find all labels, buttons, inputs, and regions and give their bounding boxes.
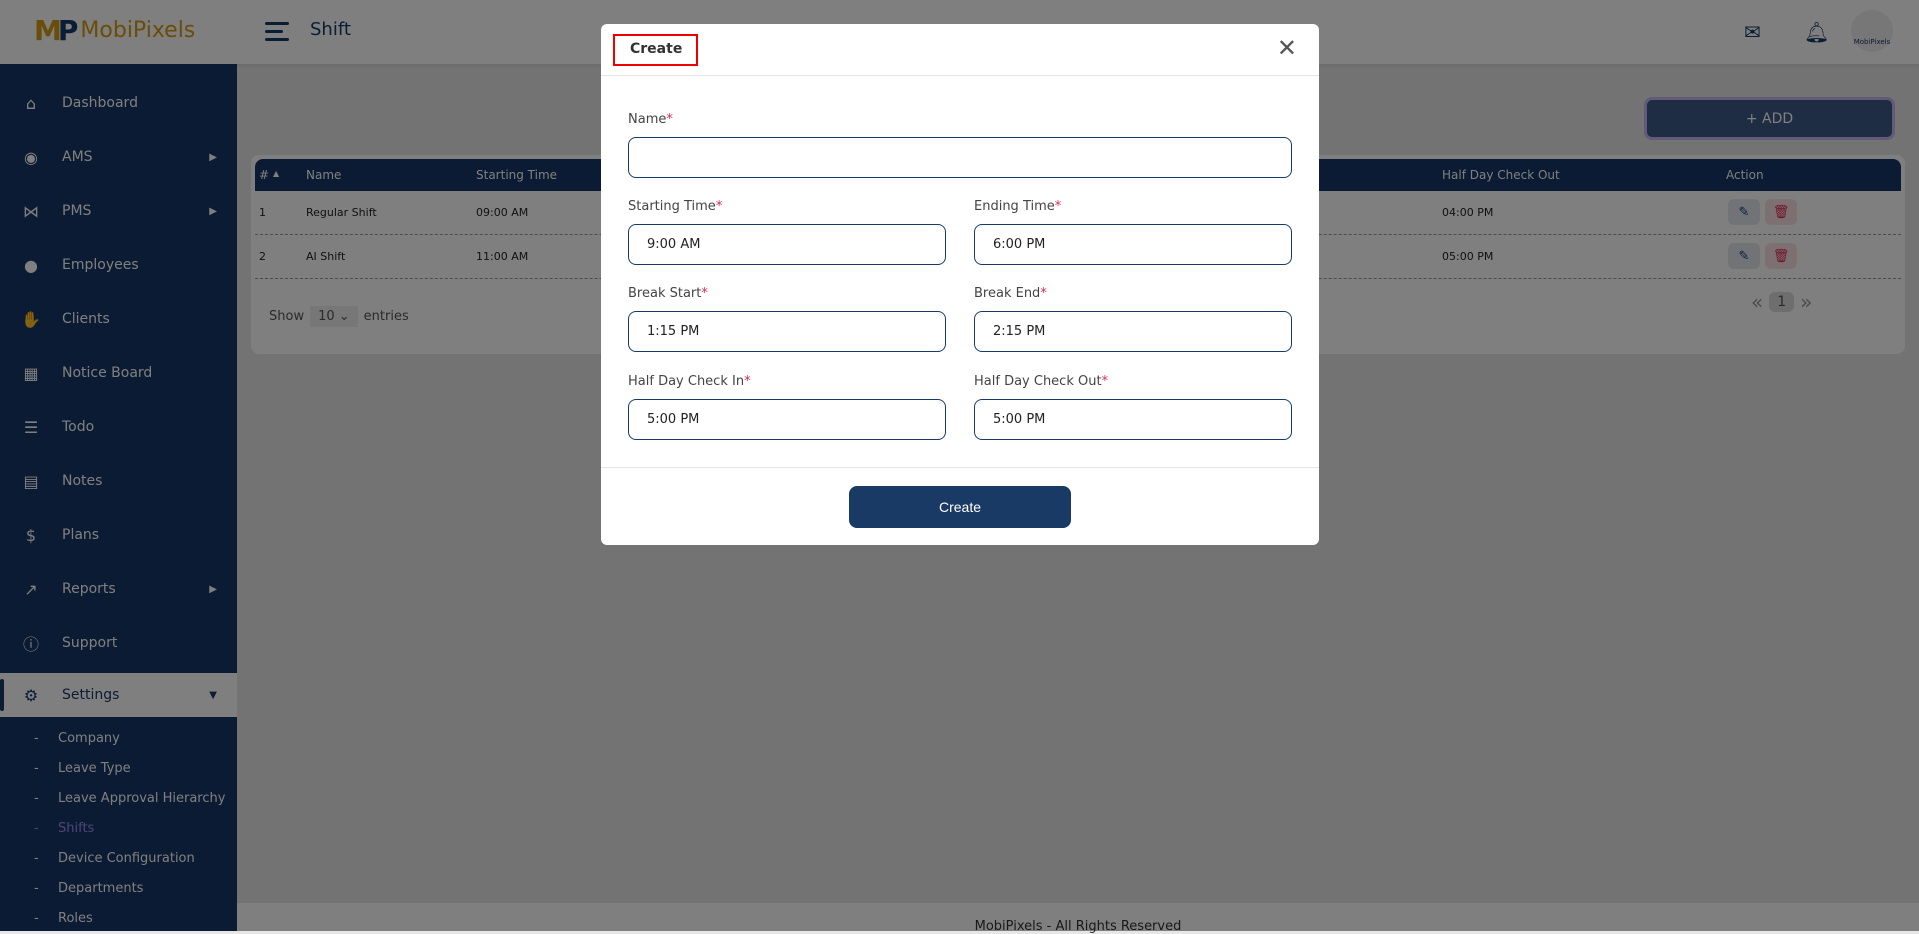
break-start-field: Break Start* 1:15 PM	[628, 286, 946, 352]
half-day-check-in-field: Half Day Check In* 5:00 PM	[628, 374, 946, 440]
break-end-input[interactable]: 2:15 PM	[974, 311, 1292, 352]
starting-time-input[interactable]: 9:00 AM	[628, 224, 946, 265]
name-label: Name*	[628, 112, 673, 127]
modal-header: Create ✕	[601, 24, 1319, 76]
name-input[interactable]	[628, 137, 1292, 178]
create-shift-modal: Create ✕ Name* Starting Time* 9:00 AM End…	[601, 24, 1319, 545]
half-day-check-in-value: 5:00 PM	[647, 412, 700, 427]
half-day-check-in-label: Half Day Check In*	[628, 374, 751, 389]
modal-title: Create	[613, 34, 699, 66]
ending-time-input[interactable]: 6:00 PM	[974, 224, 1292, 265]
close-icon[interactable]: ✕	[1277, 34, 1297, 62]
create-button[interactable]: Create	[849, 486, 1071, 528]
half-day-check-out-field: Half Day Check Out* 5:00 PM	[974, 374, 1292, 440]
break-end-field: Break End* 2:15 PM	[974, 286, 1292, 352]
ending-time-label: Ending Time*	[974, 199, 1062, 214]
half-day-check-out-label: Half Day Check Out*	[974, 374, 1109, 389]
ending-time-value: 6:00 PM	[993, 237, 1046, 252]
starting-time-field: Starting Time* 9:00 AM	[628, 199, 946, 265]
ending-time-field: Ending Time* 6:00 PM	[974, 199, 1292, 265]
break-start-input[interactable]: 1:15 PM	[628, 311, 946, 352]
break-start-value: 1:15 PM	[647, 324, 700, 339]
starting-time-label: Starting Time*	[628, 199, 723, 214]
half-day-check-out-value: 5:00 PM	[993, 412, 1046, 427]
modal-footer: Create	[601, 467, 1319, 545]
starting-time-value: 9:00 AM	[647, 237, 701, 252]
half-day-check-in-input[interactable]: 5:00 PM	[628, 399, 946, 440]
break-end-label: Break End*	[974, 286, 1047, 301]
half-day-check-out-input[interactable]: 5:00 PM	[974, 399, 1292, 440]
break-end-value: 2:15 PM	[993, 324, 1046, 339]
break-start-label: Break Start*	[628, 286, 708, 301]
name-field: Name*	[628, 112, 1292, 178]
